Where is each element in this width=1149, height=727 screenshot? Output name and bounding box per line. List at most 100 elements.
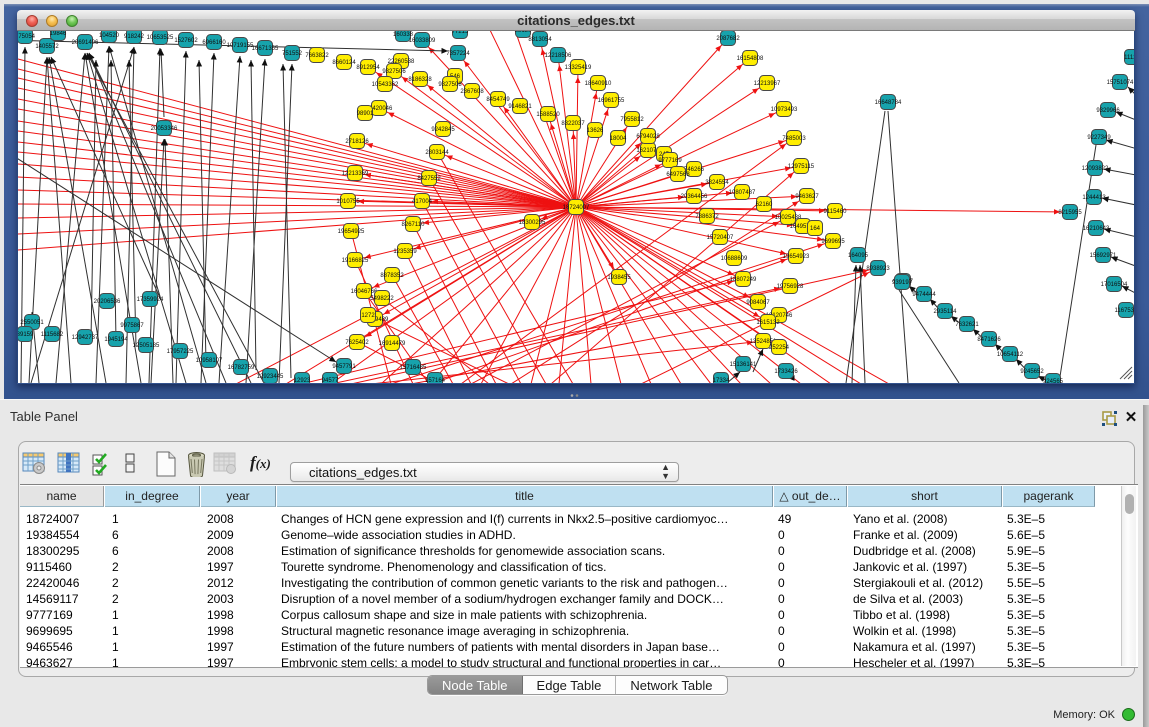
svg-text:15692971: 15692971 bbox=[1090, 253, 1117, 259]
svg-text:2718126: 2718126 bbox=[345, 139, 369, 145]
svg-text:13626: 13626 bbox=[587, 128, 604, 134]
svg-text:164095: 164095 bbox=[848, 253, 869, 259]
svg-text:16033809: 16033809 bbox=[409, 38, 436, 44]
svg-text:2367608: 2367608 bbox=[460, 89, 484, 95]
svg-text:8186328: 8186328 bbox=[408, 77, 432, 83]
svg-text:20364456: 20364456 bbox=[681, 194, 708, 200]
svg-text:1272: 1272 bbox=[361, 313, 375, 319]
svg-text:8813054: 8813054 bbox=[528, 37, 552, 43]
svg-text:2087682: 2087682 bbox=[716, 36, 740, 42]
svg-text:7485003: 7485003 bbox=[782, 136, 806, 142]
svg-text:1115682: 1115682 bbox=[41, 332, 64, 338]
svg-text:8322037: 8322037 bbox=[561, 121, 585, 127]
svg-text:8471626: 8471626 bbox=[977, 337, 1001, 343]
svg-text:12213369: 12213369 bbox=[342, 171, 369, 177]
svg-text:1167531: 1167531 bbox=[1115, 308, 1135, 314]
svg-text:9084067: 9084067 bbox=[746, 300, 770, 306]
svg-text:10688609: 10688609 bbox=[721, 256, 748, 262]
svg-text:8938923: 8938923 bbox=[866, 266, 890, 272]
svg-text:15136141: 15136141 bbox=[730, 362, 757, 368]
svg-text:16154808: 16154808 bbox=[737, 56, 764, 62]
svg-text:751552: 751552 bbox=[282, 51, 303, 57]
svg-text:11123: 11123 bbox=[1124, 55, 1135, 61]
svg-text:6794028: 6794028 bbox=[636, 134, 660, 140]
svg-text:10543362: 10543362 bbox=[372, 82, 399, 88]
svg-text:939197: 939197 bbox=[892, 280, 913, 286]
svg-text:18300295: 18300295 bbox=[519, 220, 546, 226]
svg-text:7625402: 7625402 bbox=[345, 340, 369, 346]
svg-text:10807487: 10807487 bbox=[729, 190, 756, 196]
svg-text:1733426: 1733426 bbox=[774, 369, 798, 375]
svg-text:8215955: 8215955 bbox=[1058, 210, 1082, 216]
svg-text:12213967: 12213967 bbox=[754, 81, 781, 87]
svg-text:417004: 417004 bbox=[412, 199, 433, 205]
svg-text:1405572: 1405572 bbox=[35, 44, 59, 50]
svg-text:17334: 17334 bbox=[713, 378, 730, 383]
svg-text:12923: 12923 bbox=[294, 378, 311, 383]
svg-text:1938455: 1938455 bbox=[607, 275, 631, 281]
svg-text:6966160: 6966160 bbox=[202, 40, 226, 46]
svg-text:17957225: 17957225 bbox=[167, 349, 194, 355]
svg-text:1527602: 1527602 bbox=[174, 38, 198, 44]
svg-text:16914479: 16914479 bbox=[379, 341, 406, 347]
svg-text:2803144: 2803144 bbox=[425, 150, 449, 156]
svg-text:19166825: 19166825 bbox=[342, 258, 369, 264]
svg-text:19654923: 19654923 bbox=[783, 254, 810, 260]
svg-text:157164: 157164 bbox=[425, 378, 446, 383]
svg-text:9242845: 9242845 bbox=[431, 127, 455, 133]
svg-text:9329966: 9329966 bbox=[1096, 108, 1120, 114]
svg-text:15716485: 15716485 bbox=[400, 365, 427, 371]
svg-text:9463627: 9463627 bbox=[795, 194, 819, 200]
svg-text:12218506: 12218506 bbox=[545, 53, 572, 59]
svg-text:2935114: 2935114 bbox=[934, 309, 958, 315]
svg-text:20206536: 20206536 bbox=[94, 299, 121, 305]
svg-text:8660124: 8660124 bbox=[332, 60, 356, 66]
svg-text:10719155: 10719155 bbox=[227, 43, 254, 49]
svg-text:18807249: 18807249 bbox=[730, 277, 757, 283]
svg-text:1235359: 1235359 bbox=[393, 249, 417, 255]
svg-text:16648784: 16648784 bbox=[875, 100, 902, 106]
svg-text:8427552: 8427552 bbox=[417, 176, 441, 182]
svg-text:12942737: 12942737 bbox=[72, 335, 99, 341]
svg-text:13325419: 13325419 bbox=[565, 65, 592, 71]
svg-text:175054: 175054 bbox=[18, 34, 36, 40]
svg-text:19756928: 19756928 bbox=[777, 284, 804, 290]
svg-text:16046766: 16046766 bbox=[351, 289, 378, 295]
svg-text:7632621: 7632621 bbox=[955, 322, 979, 328]
svg-text:1588520: 1588520 bbox=[536, 112, 560, 118]
svg-text:62160: 62160 bbox=[756, 202, 773, 208]
svg-text:6497568: 6497568 bbox=[666, 172, 690, 178]
svg-text:15751074: 15751074 bbox=[1107, 80, 1134, 86]
svg-text:19846: 19846 bbox=[50, 31, 67, 37]
svg-text:16782759: 16782759 bbox=[228, 365, 255, 371]
svg-text:9474444: 9474444 bbox=[912, 292, 936, 298]
svg-text:17016504: 17016504 bbox=[1101, 282, 1128, 288]
svg-text:16210643: 16210643 bbox=[1083, 226, 1110, 232]
svg-text:7663822: 7663822 bbox=[305, 53, 329, 59]
svg-text:9975867: 9975867 bbox=[120, 323, 144, 329]
svg-text:9245652: 9245652 bbox=[1020, 369, 1044, 375]
svg-text:924565: 924565 bbox=[1043, 379, 1064, 383]
svg-text:252254: 252254 bbox=[769, 345, 790, 351]
svg-text:1945194: 1945194 bbox=[104, 337, 128, 343]
svg-text:77215: 77215 bbox=[452, 31, 469, 35]
svg-text:94577: 94577 bbox=[322, 378, 339, 383]
svg-text:12093822: 12093822 bbox=[1082, 166, 1109, 172]
svg-text:7886372: 7886372 bbox=[695, 214, 719, 220]
svg-text:19654925: 19654925 bbox=[338, 229, 365, 235]
svg-text:2550051: 2550051 bbox=[20, 320, 44, 326]
svg-text:1244413: 1244413 bbox=[1082, 195, 1106, 201]
svg-text:8267110: 8267110 bbox=[402, 222, 426, 228]
svg-text:7955812: 7955812 bbox=[620, 117, 644, 123]
svg-text:9327506: 9327506 bbox=[382, 69, 406, 75]
svg-text:16961755: 16961755 bbox=[598, 98, 625, 104]
svg-text:8878352: 8878352 bbox=[380, 273, 404, 279]
svg-text:9227349: 9227349 bbox=[1087, 135, 1111, 141]
svg-text:9327508: 9327508 bbox=[438, 82, 462, 88]
svg-text:918242: 918242 bbox=[124, 34, 145, 40]
svg-text:8912954: 8912954 bbox=[356, 65, 380, 71]
svg-text:9777169: 9777169 bbox=[658, 158, 682, 164]
svg-text:10973493: 10973493 bbox=[771, 107, 798, 113]
svg-text:10958107: 10958107 bbox=[196, 358, 223, 364]
svg-text:9146821: 9146821 bbox=[508, 104, 532, 110]
